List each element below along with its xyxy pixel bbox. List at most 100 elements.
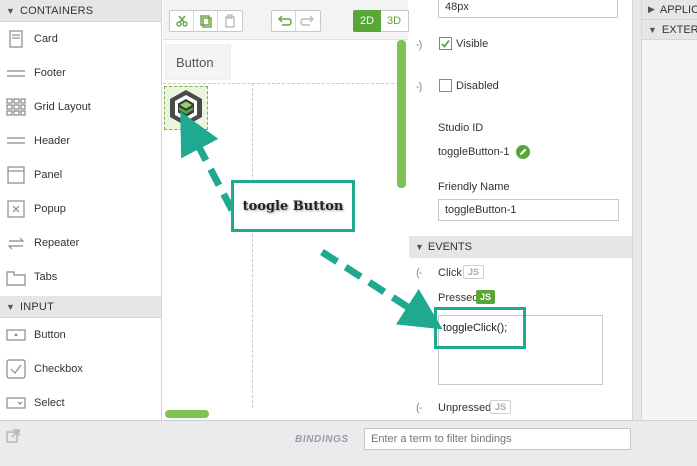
bindings-filter-input[interactable] [364,428,631,450]
unpressed-event-arrow-icon[interactable]: (- [416,402,422,414]
palette-item-label: Popup [34,203,66,215]
scissors-icon [175,15,188,27]
size-input[interactable]: 48px [438,0,618,18]
chevron-down-icon: ▼ [415,242,424,252]
chevron-down-icon: ▼ [6,5,16,16]
edit-studio-id-button[interactable] [516,145,530,159]
canvas-toolbar: 2D 3D [163,0,409,40]
layout-guide-vertical [252,83,253,408]
palette-item-checkbox[interactable]: Checkbox [0,352,161,386]
pencil-icon [520,148,527,155]
input-section-header[interactable]: ▼ INPUT [0,296,161,318]
checkmark-icon [441,39,450,48]
pressed-event-arrow-icon[interactable]: (- [416,292,422,304]
paste-button[interactable] [218,11,242,31]
right-section-label: EXTERNAL [661,23,697,36]
bindings-title: BINDINGS [295,434,349,445]
events-section-header[interactable]: ▼ EVENTS [409,236,632,258]
palette-item-tabs[interactable]: Tabs [0,260,161,294]
friendly-name-input[interactable]: toggleButton-1 [438,199,619,221]
palette-item-label: Card [34,33,58,45]
palette-item-card[interactable]: Card [0,22,161,56]
click-js-badge[interactable]: JS [463,265,485,279]
disabled-binding-arrow-icon[interactable]: -) [416,81,422,93]
palette-item-label: Checkbox [34,363,83,375]
pressed-js-badge[interactable]: JS [476,290,496,304]
palette-item-button[interactable]: Button [0,318,161,352]
containers-header-label: CONTAINERS [20,4,94,17]
header-icon [6,132,26,150]
visible-label: Visible [456,38,489,50]
visible-binding-arrow-icon[interactable]: -) [416,39,422,51]
palette-item-label: Footer [34,67,66,79]
redo-button[interactable] [296,11,320,31]
palette-item-grid-layout[interactable]: Grid Layout [0,90,161,124]
footer-icon [6,64,26,82]
bindings-bar: BINDINGS [0,420,697,466]
copy-button[interactable] [194,11,218,31]
canvas-vertical-scrollbar[interactable] [397,40,406,188]
right-section-header-external[interactable]: ▼ EXTERNAL [642,20,697,40]
annotation-callout: toogle Button [231,180,355,232]
toggle-button-widget[interactable] [164,86,208,130]
palette-item-panel[interactable]: Panel [0,158,161,192]
right-section-header-application[interactable]: ▶ APPLICATION [642,0,697,20]
palette-item-select[interactable]: Select [0,386,161,420]
palette-item-label: Button [34,329,66,341]
right-section-label: APPLICATION [659,3,697,16]
history-tools-group [271,10,321,32]
widget-palette: ▼ CONTAINERS Card Footer Grid Layout Hea… [0,0,162,420]
palette-item-label: Grid Layout [34,101,91,113]
studio-id-label: Studio ID [438,122,484,134]
copy-icon [199,15,212,28]
palette-item-label: Repeater [34,237,80,249]
palette-item-repeater[interactable]: Repeater [0,226,161,260]
external-link-icon[interactable] [6,429,20,446]
palette-item-header[interactable]: Header [0,124,161,158]
select-icon [6,394,26,412]
studio-window: ▼ CONTAINERS Card Footer Grid Layout Hea… [0,0,697,466]
properties-panel: 48px -) Visible -) Disabled Studio ID to… [409,0,633,420]
disabled-checkbox[interactable] [439,79,452,92]
events-header-label: EVENTS [427,241,472,253]
paste-icon [225,14,235,28]
chevron-down-icon: ▼ [648,24,657,35]
view-3d-button[interactable]: 3D [381,10,409,32]
panel-splitter[interactable] [633,0,641,420]
pressed-code-text: toggleClick(); [443,322,508,334]
chevron-down-icon: ▼ [6,301,16,312]
palette-item-label: Tabs [34,271,58,283]
visible-checkbox[interactable] [439,37,452,50]
input-header-label: INPUT [20,300,54,313]
palette-item-footer[interactable]: Footer [0,56,161,90]
click-event-arrow-icon[interactable]: (- [416,267,422,279]
checkbox-icon [6,359,26,379]
callout-text: toogle Button [242,198,344,214]
repeater-icon [6,234,26,252]
tabs-icon [6,268,26,286]
click-event-label: Click [438,267,462,279]
edit-tools-group [169,10,243,32]
redo-icon [300,15,314,26]
disabled-label: Disabled [456,80,499,92]
palette-item-label: Select [34,397,65,409]
canvas-button-widget[interactable]: Button [165,44,231,80]
card-icon [6,30,26,48]
canvas-horizontal-scrollbar[interactable] [165,410,209,418]
palette-item-popup[interactable]: Popup [0,192,161,226]
unpressed-js-badge[interactable]: JS [490,400,512,414]
button-icon [6,326,26,344]
containers-section-header[interactable]: ▼ CONTAINERS [0,0,161,22]
right-side-panel: ▶ APPLICATION ▼ EXTERNAL [641,0,697,420]
chevron-right-icon: ▶ [648,4,655,14]
undo-icon [277,15,292,26]
toggle-button-logo-icon [170,90,202,126]
unpressed-event-label: Unpressed [438,402,492,414]
palette-item-label: Panel [34,169,63,181]
undo-button[interactable] [272,11,296,31]
cut-button[interactable] [170,11,194,31]
palette-item-label: Header [34,135,71,147]
view-2d-button[interactable]: 2D [353,10,381,32]
layout-guide-horizontal [163,83,399,84]
studio-id-value: toggleButton-1 [438,146,510,158]
